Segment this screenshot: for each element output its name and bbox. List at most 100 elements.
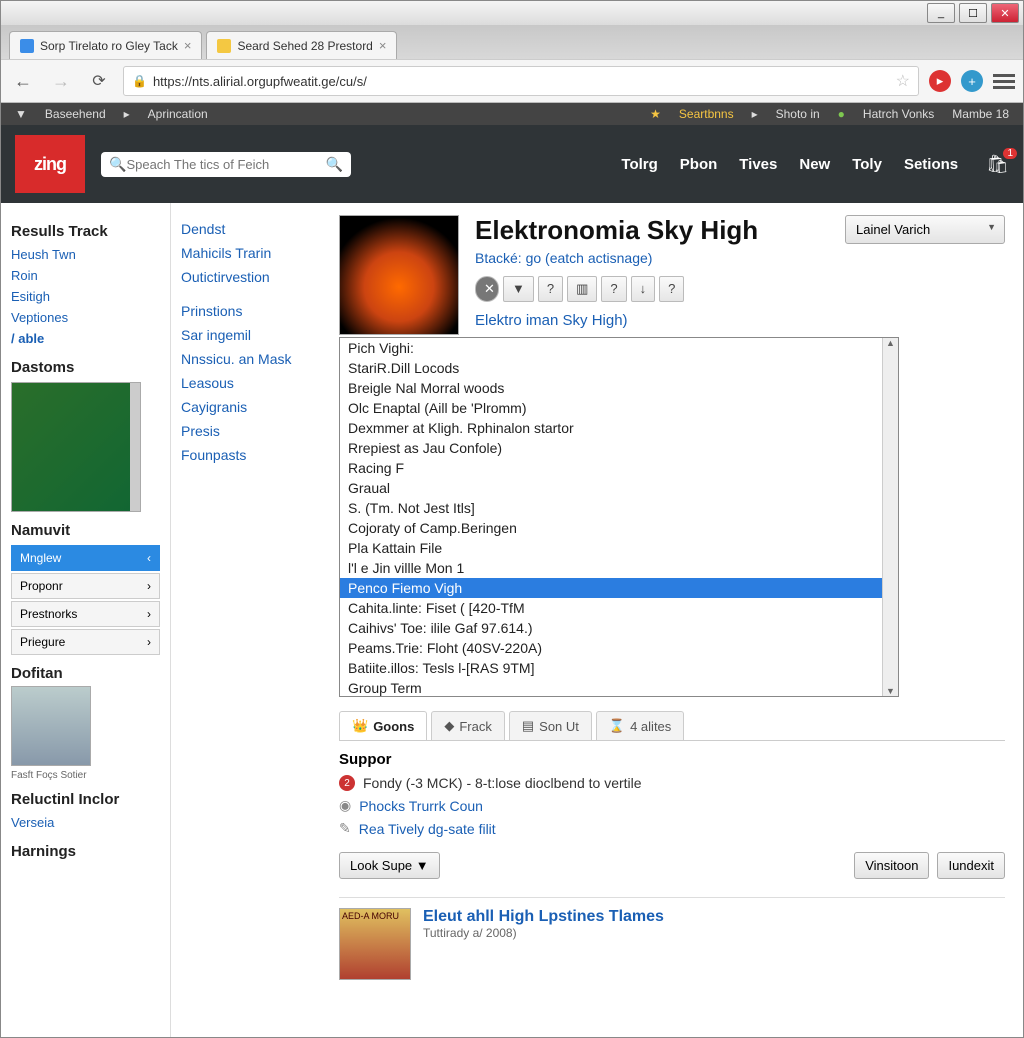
nav-link[interactable]: Pbon (680, 156, 718, 173)
search-input[interactable] (126, 157, 325, 172)
listbox-item[interactable]: l'l e Jin villle Mon 1 (340, 558, 882, 578)
address-bar[interactable]: 🔒 ☆ (123, 66, 919, 96)
nav-link[interactable]: Toly (852, 156, 882, 173)
iundexit-button[interactable]: Iundexit (937, 852, 1005, 879)
listbox-item[interactable]: Group Term (340, 678, 882, 696)
variant-dropdown[interactable]: Lainel Varich (845, 215, 1005, 244)
url-input[interactable] (153, 74, 896, 89)
util-link[interactable]: Mambe 18 (952, 107, 1009, 121)
listbox-item[interactable]: Breigle Nal Morral woods (340, 378, 882, 398)
tab-goons[interactable]: 👑Goons (339, 711, 427, 740)
browser-tab-0[interactable]: Sorp Tirelato ro Gley Tack × (9, 31, 202, 59)
subnav-link[interactable]: Cayigranis (181, 395, 311, 419)
page-subtitle[interactable]: Btacké: go (eatch actisnage) (475, 250, 758, 266)
subnav-link[interactable]: Outictirvestion (181, 265, 311, 289)
tab-close-icon[interactable]: × (379, 38, 387, 53)
sidebar-link[interactable]: Verseia (11, 812, 160, 833)
extension-icon-red[interactable]: ▸ (929, 70, 951, 92)
listbox-item[interactable]: Olc Enaptal (Aill be 'Plromm) (340, 398, 882, 418)
search-submit-icon[interactable]: 🔍 (326, 156, 343, 173)
help-button[interactable]: ? (601, 276, 626, 302)
listbox-item[interactable]: Dexmmer at Kligh. Rphinalon startor (340, 418, 882, 438)
listbox-item[interactable]: Caihivs' Toe: ilile Gaf 97.614.) (340, 618, 882, 638)
listbox-item[interactable]: Rrepiest as Jau Confole) (340, 438, 882, 458)
listbox-item[interactable]: Batiite.illos: Tesls l-[RAS 9TM] (340, 658, 882, 678)
back-button[interactable]: ← (9, 67, 37, 95)
window-maximize[interactable]: ☐ (959, 3, 987, 23)
help-button[interactable]: ? (659, 276, 684, 302)
avatar[interactable] (11, 686, 91, 766)
browser-menu-icon[interactable] (993, 74, 1015, 89)
subnav-link[interactable]: Founpasts (181, 443, 311, 467)
breadcrumb[interactable]: Elektro iman Sky High) (475, 312, 758, 329)
nav-link[interactable]: Setions (904, 156, 958, 173)
track-listbox[interactable]: Pich Vighi:StariR.Dill LocodsBreigle Nal… (339, 337, 899, 697)
listbox-item[interactable]: S. (Tm. Not Jest Itls] (340, 498, 882, 518)
tab-alites[interactable]: ⌛4 alites (596, 711, 684, 740)
listbox-item[interactable]: Pich Vighi: (340, 338, 882, 358)
scrollbar[interactable] (882, 338, 898, 696)
window-minimize[interactable]: _ (927, 3, 955, 23)
listbox-item[interactable]: Graual (340, 478, 882, 498)
dropdown-toggle[interactable]: ▼ (503, 276, 534, 302)
result-thumbnail[interactable]: AED-A MORU (339, 908, 411, 980)
sidebar-nav-btn[interactable]: Mnglew‹ (11, 545, 160, 571)
logo[interactable]: zing (15, 135, 85, 193)
subnav-link[interactable]: Mahicils Trarin (181, 241, 311, 265)
tab-close-icon[interactable]: × (184, 38, 192, 53)
download-icon[interactable]: ↓ (631, 276, 656, 302)
reload-button[interactable]: ⟳ (85, 67, 113, 95)
support-row[interactable]: ✎Rea Tively dg-sate filit (339, 817, 1005, 840)
sidebar-link[interactable]: Roin (11, 265, 160, 286)
bookmark-star-icon[interactable]: ☆ (896, 71, 910, 91)
sidebar-toggle[interactable]: / able (11, 328, 160, 349)
forward-button[interactable]: → (47, 67, 75, 95)
sidebar-link[interactable]: Veptiones (11, 307, 160, 328)
extension-icon-blue[interactable]: + (961, 70, 983, 92)
sidebar-link[interactable]: Esitigh (11, 286, 160, 307)
cart-button[interactable]: 🛍1 (986, 154, 1009, 175)
listbox-item[interactable]: Peams.Trie: Floht (40SV-220A) (340, 638, 882, 658)
look-button[interactable]: Look Supe ▼ (339, 852, 440, 879)
subnav-link[interactable]: Nnssicu. an Mask (181, 347, 311, 371)
util-link[interactable]: Baseehend (45, 107, 106, 121)
subnav-link[interactable]: Prinstions (181, 299, 311, 323)
site-search[interactable]: 🔍 🔍 (101, 152, 351, 177)
listbox-item[interactable]: Pla Kattain File (340, 538, 882, 558)
window-close[interactable]: ✕ (991, 3, 1019, 23)
vinsitoon-button[interactable]: Vinsitoon (854, 852, 929, 879)
list-icon[interactable]: ▥ (567, 276, 597, 302)
util-link[interactable]: Shoto in (776, 107, 820, 121)
listbox-item[interactable]: StariR.Dill Locods (340, 358, 882, 378)
nav-link[interactable]: Tolrg (621, 156, 657, 173)
util-link[interactable]: Aprincation (148, 107, 208, 121)
result-title[interactable]: Eleut ahll High Lpstines Tlames (423, 908, 664, 926)
album-art[interactable] (339, 215, 459, 335)
subnav-link[interactable]: Sar ingemil (181, 323, 311, 347)
support-row[interactable]: ◉Phocks Trurrk Coun (339, 794, 1005, 817)
listbox-item[interactable]: Racing F (340, 458, 882, 478)
sidebar-thumbnail[interactable] (11, 382, 141, 512)
diamond-icon: ◆ (444, 718, 454, 734)
tab-sonut[interactable]: ▤Son Ut (509, 711, 592, 740)
listbox-item[interactable]: Penco Fiemo Vigh (340, 578, 882, 598)
support-row[interactable]: 2Fondy (-3 MCK) - 8-t:lose dioclbend to … (339, 772, 1005, 794)
sidebar-nav-btn[interactable]: Proponr› (11, 573, 160, 599)
subnav-link[interactable]: Dendst (181, 217, 311, 241)
util-link[interactable]: Seartbnns (679, 107, 734, 121)
browser-tab-1[interactable]: Seard Sehed 28 Prestord × (206, 31, 397, 59)
chevron-down-icon[interactable]: ▼ (15, 107, 27, 121)
close-icon[interactable]: ✕ (475, 276, 499, 302)
listbox-item[interactable]: Cojoraty of Camp.Beringen (340, 518, 882, 538)
sidebar-nav-btn[interactable]: Priegure› (11, 629, 160, 655)
util-link[interactable]: Hatrch Vonks (863, 107, 934, 121)
nav-link[interactable]: New (799, 156, 830, 173)
sidebar-link[interactable]: Heush Twn (11, 244, 160, 265)
subnav-link[interactable]: Presis (181, 419, 311, 443)
sidebar-nav-btn[interactable]: Prestnorks› (11, 601, 160, 627)
subnav-link[interactable]: Leasous (181, 371, 311, 395)
nav-link[interactable]: Tives (739, 156, 777, 173)
help-button[interactable]: ? (538, 276, 563, 302)
tab-frack[interactable]: ◆Frack (431, 711, 505, 740)
listbox-item[interactable]: Cahita.linte: Fiset ( [420-TfM (340, 598, 882, 618)
